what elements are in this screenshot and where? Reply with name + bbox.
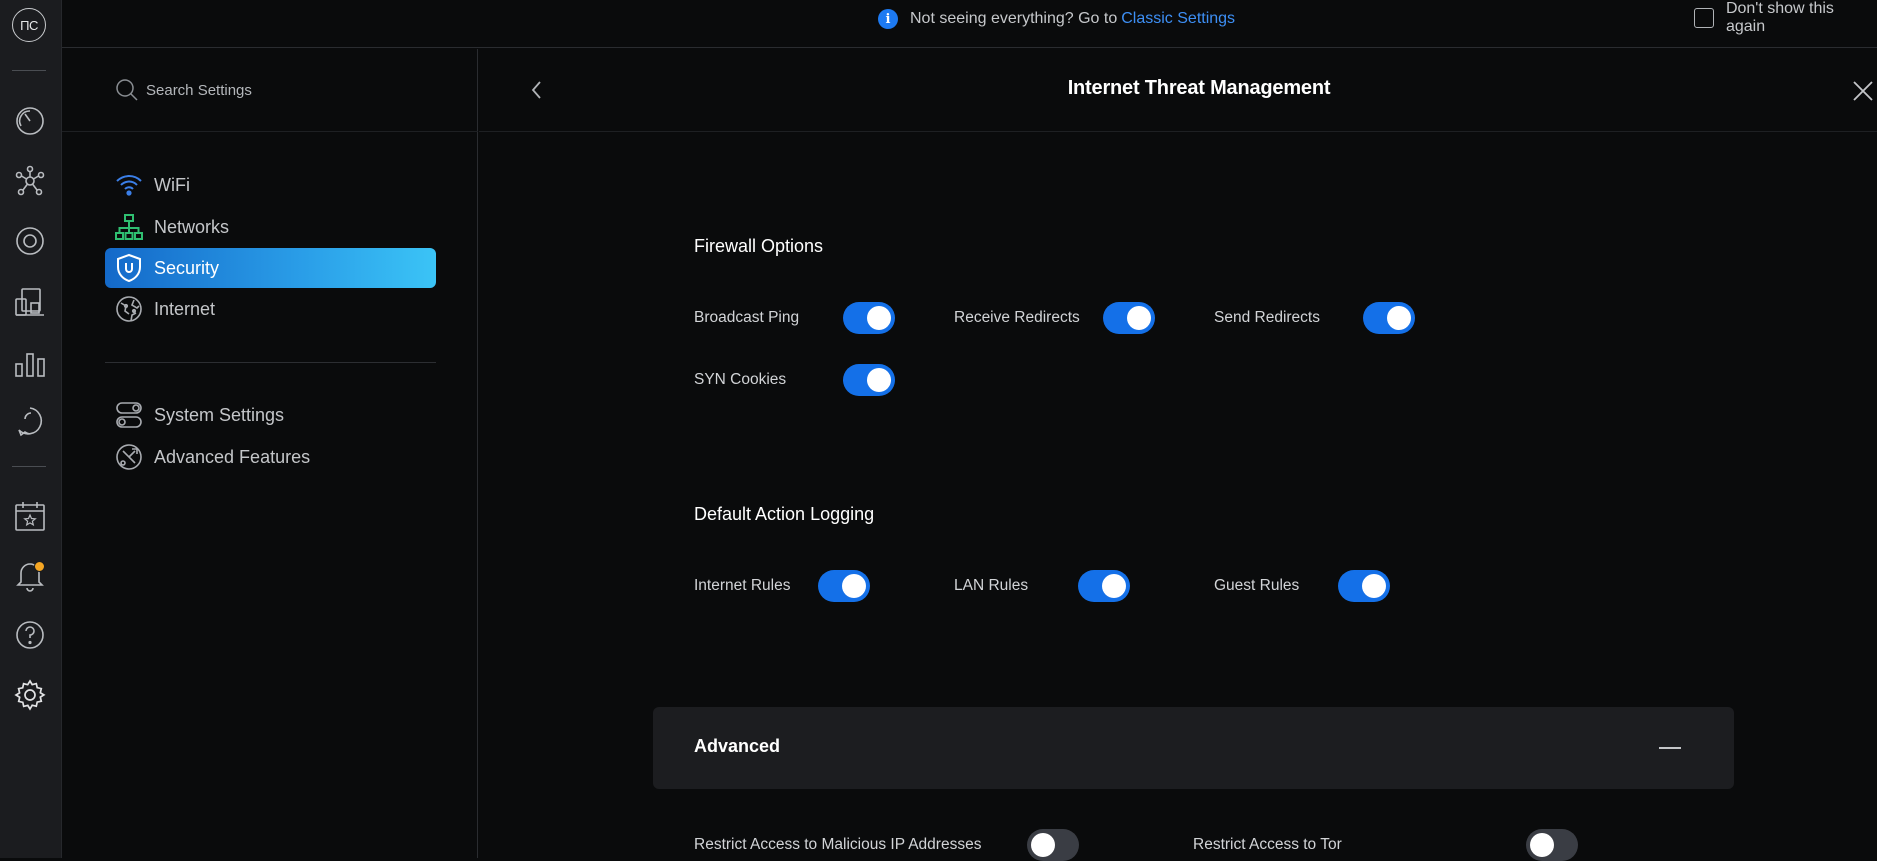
sidebar-item-networks[interactable]: Networks (105, 207, 436, 247)
close-panel-button[interactable] (1849, 77, 1877, 105)
notification-badge (34, 561, 45, 572)
firewall-options-title: Firewall Options (694, 236, 824, 256)
sidebar-item-label: Networks (154, 216, 230, 237)
restrict-malicious-ip-label: Restrict Access to Malicious IP Addresse… (694, 836, 982, 853)
default-action-logging-title: Default Action Logging (694, 504, 875, 524)
syn-cookies-label: SYN Cookies (694, 371, 787, 388)
advanced-title: Advanced (694, 736, 781, 756)
send-redirects-toggle[interactable] (1363, 302, 1415, 334)
clients-icon[interactable] (11, 283, 49, 321)
help-icon[interactable] (11, 616, 49, 654)
collapse-icon[interactable] (1659, 747, 1681, 749)
globe-icon (116, 296, 142, 322)
shield-icon (117, 253, 141, 283)
sidebar-item-advanced-features[interactable]: Advanced Features (105, 437, 436, 477)
internet-rules-label: Internet Rules (694, 577, 791, 594)
search-settings[interactable]: Search Settings (114, 77, 252, 103)
banner-message: i Not seeing everything? Go to Classic S… (878, 8, 1235, 30)
lan-rules-toggle[interactable] (1078, 570, 1130, 602)
guest-rules-label: Guest Rules (1214, 577, 1300, 594)
broadcast-ping-label: Broadcast Ping (694, 309, 800, 326)
main-content: Internet Threat Management Firewall Opti… (479, 49, 1877, 861)
main-header: Internet Threat Management (479, 49, 1877, 132)
rail-divider (12, 70, 46, 71)
restrict-malicious-ip-toggle[interactable] (1027, 829, 1079, 861)
sidebar-item-label: Advanced Features (154, 446, 311, 467)
syn-cookies-toggle[interactable] (843, 364, 895, 396)
events-icon[interactable] (11, 497, 49, 535)
dont-show-again: Don't show this again (1694, 0, 1877, 35)
sidebar-item-system-settings[interactable]: System Settings (105, 395, 436, 435)
icon-rail: ПС (0, 0, 62, 858)
statistics-icon[interactable] (11, 343, 49, 381)
classic-settings-link[interactable]: Classic Settings (1121, 10, 1235, 28)
dashboard-icon[interactable] (11, 102, 49, 140)
send-redirects-label: Send Redirects (1214, 309, 1320, 326)
internet-rules-toggle[interactable] (818, 570, 870, 602)
lan-rules-label: LAN Rules (954, 577, 1029, 594)
insights-icon[interactable] (11, 402, 49, 440)
advanced-section-header[interactable]: Advanced (653, 707, 1734, 789)
receive-redirects-toggle[interactable] (1103, 302, 1155, 334)
networks-icon (115, 214, 143, 240)
search-input[interactable]: Search Settings (146, 82, 252, 99)
broadcast-ping-toggle[interactable] (843, 302, 895, 334)
classic-settings-banner: i Not seeing everything? Go to Classic S… (62, 0, 1877, 48)
notifications-icon[interactable] (11, 556, 49, 594)
devices-icon[interactable] (11, 222, 49, 260)
sidebar-divider (105, 362, 436, 363)
toggles-icon (116, 402, 142, 428)
restrict-tor-toggle[interactable] (1526, 829, 1578, 861)
tools-icon (116, 444, 142, 470)
sidebar-item-label: Internet (154, 298, 216, 319)
dont-show-label: Don't show this again (1725, 0, 1834, 35)
dont-show-checkbox[interactable] (1694, 8, 1714, 28)
sidebar-item-label: Security (154, 257, 220, 278)
user-avatar[interactable]: ПС (12, 8, 46, 42)
sidebar-item-security[interactable]: Security (105, 248, 436, 288)
sidebar-item-internet[interactable]: Internet (105, 289, 436, 329)
guest-rules-toggle[interactable] (1338, 570, 1390, 602)
topology-icon[interactable] (11, 162, 49, 200)
avatar-initials: ПС (20, 17, 38, 33)
settings-icon[interactable] (11, 676, 49, 714)
close-icon (1853, 81, 1873, 101)
search-icon (116, 79, 138, 101)
sidebar-item-wifi[interactable]: WiFi (105, 165, 436, 205)
page-title: Internet Threat Management (1067, 77, 1331, 99)
rail-divider (12, 466, 46, 467)
wifi-icon (116, 175, 142, 196)
banner-text: Not seeing everything? Go to (910, 10, 1118, 27)
receive-redirects-label: Receive Redirects (954, 309, 1080, 326)
search-divider (62, 131, 478, 132)
settings-sidebar: Search Settings WiFi Networks Security I… (62, 49, 478, 858)
info-icon: i (878, 9, 898, 29)
sidebar-item-label: WiFi (154, 174, 190, 195)
sidebar-item-label: System Settings (154, 404, 285, 425)
restrict-tor-label: Restrict Access to Tor (1193, 836, 1342, 853)
